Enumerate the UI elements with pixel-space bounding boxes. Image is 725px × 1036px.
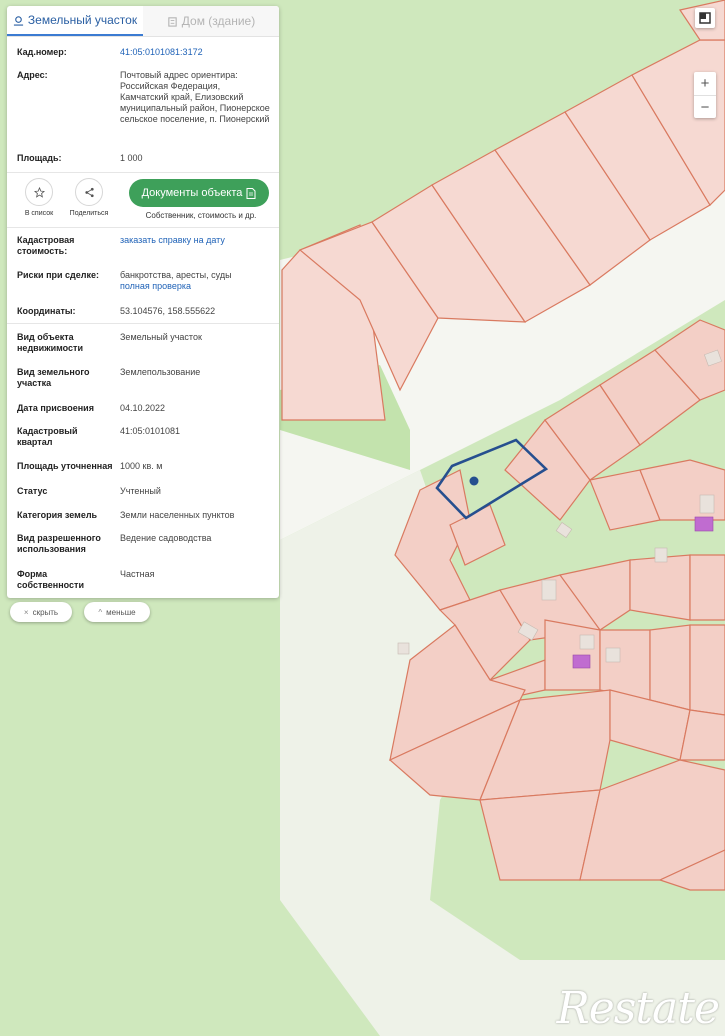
attribute-label: Кадастровый квартал xyxy=(17,426,78,447)
document-icon xyxy=(246,187,256,199)
documents-button[interactable]: Документы объекта xyxy=(129,179,269,207)
risks-value: банкротства, аресты, суды полная проверк… xyxy=(120,270,271,292)
layers-icon xyxy=(699,12,711,24)
pin-icon xyxy=(13,15,23,26)
layers-button[interactable] xyxy=(695,8,715,28)
full-check-link[interactable]: полная проверка xyxy=(120,281,191,291)
share-circle xyxy=(75,178,103,206)
share-icon xyxy=(84,187,94,197)
attribute-value: 04.10.2022 xyxy=(120,403,166,413)
cad-number-value[interactable]: 41:05:0101081:3172 xyxy=(120,47,271,58)
zoom-out-button[interactable]: − xyxy=(694,95,716,119)
attribute-value: 41:05:0101081 xyxy=(120,426,181,436)
divider xyxy=(7,172,279,173)
attribute-label: Вид земельного участка xyxy=(17,367,90,388)
building-icon xyxy=(168,16,177,27)
attribute-label: Площадь уточненная xyxy=(17,461,113,471)
attribute-label: Форма собственности xyxy=(17,569,84,590)
share-button[interactable]: Поделиться xyxy=(65,178,113,217)
area-label: Площадь: xyxy=(17,153,62,163)
less-label: меньше xyxy=(106,607,136,617)
attribute-value: 1000 кв. м xyxy=(120,461,163,471)
attribute-label: Категория земель xyxy=(17,510,98,520)
attribute-value: Земли населенных пунктов xyxy=(120,510,235,520)
risks-text: банкротства, аресты, суды xyxy=(120,270,232,280)
info-panel: Земельный участок Дом (здание) Кад.номер… xyxy=(7,6,279,598)
restate-logo: Restate xyxy=(556,983,720,1034)
attribute-value: Частная xyxy=(120,569,155,579)
tab-house-label: Дом (здание) xyxy=(181,14,256,28)
coords-value: 53.104576, 158.555622 xyxy=(120,306,216,316)
attribute-label: Вид объекта недвижимости xyxy=(17,332,83,353)
divider xyxy=(7,323,279,324)
share-label: Поделиться xyxy=(69,210,109,217)
attribute-value: Ведение садоводства xyxy=(120,533,212,543)
attribute-value: Земельный участок xyxy=(120,332,202,342)
attribute-label: Статус xyxy=(17,486,48,496)
add-to-list-label: В список xyxy=(24,210,54,217)
order-certificate-link[interactable]: заказать справку на дату xyxy=(120,235,271,246)
close-icon: × xyxy=(23,607,29,617)
tab-land-plot[interactable]: Земельный участок xyxy=(7,6,143,36)
zoom-in-button[interactable]: + xyxy=(694,72,716,95)
coords-label: Координаты: xyxy=(17,306,76,316)
hide-button[interactable]: × скрыть xyxy=(10,602,72,622)
less-button[interactable]: ^ меньше xyxy=(84,602,150,622)
panel-tabs: Земельный участок Дом (здание) xyxy=(7,6,279,37)
attribute-value: Землепользование xyxy=(120,367,201,377)
hide-label: скрыть xyxy=(32,607,59,617)
star-icon xyxy=(33,186,45,198)
tab-land-plot-label: Земельный участок xyxy=(27,13,138,27)
selected-parcel-marker xyxy=(469,476,479,486)
attribute-label: Вид разрешенного использования xyxy=(17,533,101,554)
zoom-control: + − xyxy=(694,72,716,118)
risks-label: Риски при сделке: xyxy=(17,270,99,280)
documents-subtitle: Собственник, стоимость и др. xyxy=(145,211,257,220)
tab-house[interactable]: Дом (здание) xyxy=(143,6,279,36)
address-value: Почтовый адрес ориентира: Российская Фед… xyxy=(120,70,270,124)
area-value: 1 000 xyxy=(120,153,143,163)
address-label: Адрес: xyxy=(17,70,48,80)
cad-cost-label: Кадастровая стоимость: xyxy=(17,235,75,256)
add-to-list-button[interactable]: В список xyxy=(19,178,59,217)
attribute-value: Учтенный xyxy=(120,486,161,496)
add-to-list-circle xyxy=(25,178,53,206)
documents-button-label: Документы объекта xyxy=(141,187,243,199)
divider xyxy=(7,227,279,228)
attribute-label: Дата присвоения xyxy=(17,403,94,413)
cad-number-label: Кад.номер: xyxy=(17,47,67,57)
chevron-up-icon: ^ xyxy=(98,607,103,617)
